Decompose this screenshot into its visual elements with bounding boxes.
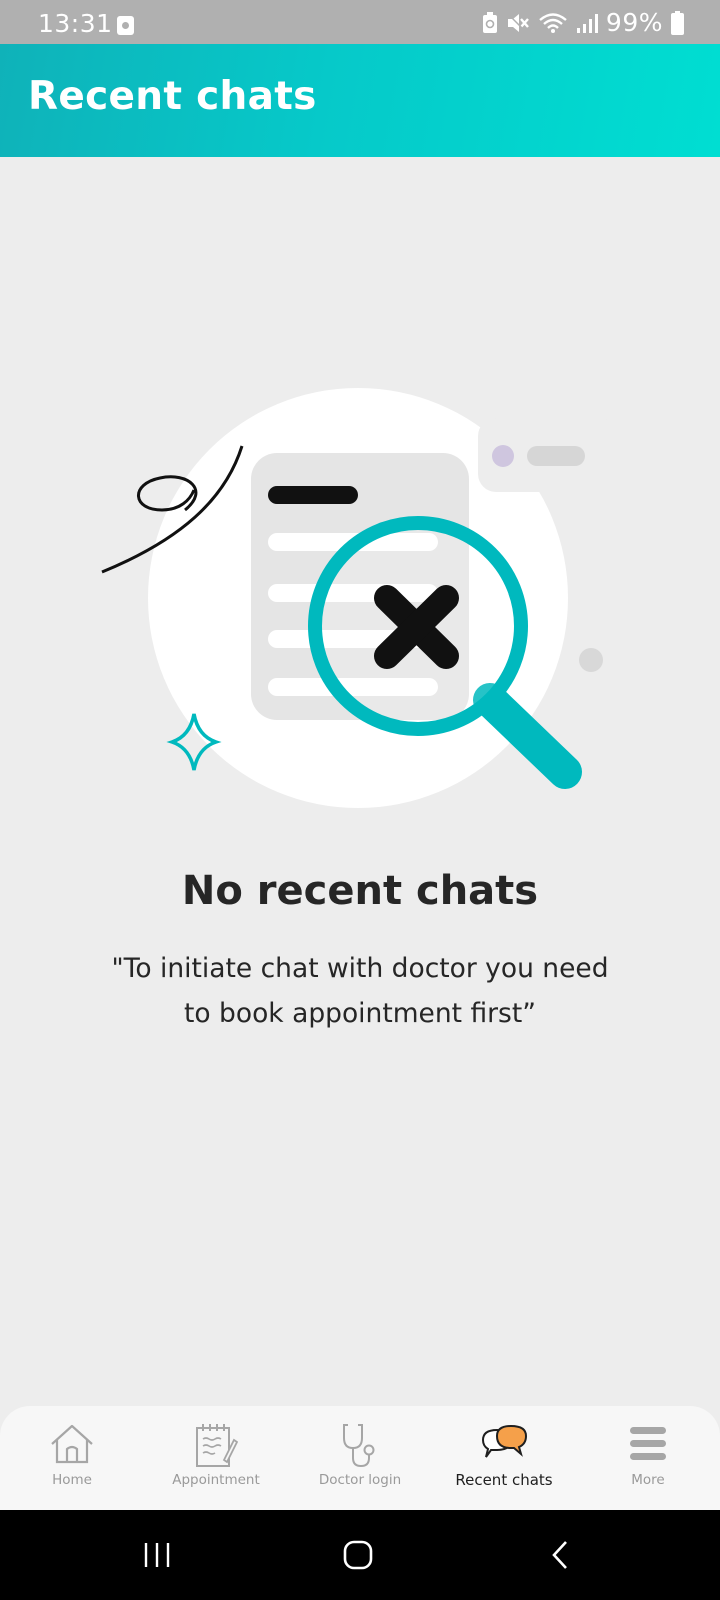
signal-icon <box>576 13 598 33</box>
nav-label-more: More <box>631 1472 665 1488</box>
mute-icon <box>507 12 529 33</box>
battery-icon <box>671 10 684 35</box>
nav-item-appointment[interactable]: Appointment <box>144 1406 288 1510</box>
recent-apps-icon <box>144 1543 170 1567</box>
system-navigation-bar <box>0 1510 720 1600</box>
menu-icon <box>630 1427 666 1460</box>
battery-percentage: 99% <box>605 8 663 37</box>
bottom-navigation: Home Appointment Doctor login Recent cha… <box>0 1406 720 1510</box>
home-button[interactable] <box>298 1510 418 1600</box>
nav-item-doctor-login[interactable]: Doctor login <box>288 1406 432 1510</box>
back-chevron-icon <box>552 1541 567 1569</box>
status-bar: 13:31 99% <box>0 0 720 44</box>
status-time: 13:31 <box>38 9 113 38</box>
status-icons: 99% <box>482 8 684 37</box>
nav-item-recent-chats[interactable]: Recent chats <box>432 1406 576 1510</box>
nav-item-home[interactable]: Home <box>0 1406 144 1510</box>
home-icon <box>51 1424 93 1464</box>
nav-label-appointment: Appointment <box>172 1472 260 1488</box>
wifi-icon <box>539 12 567 33</box>
nav-label-recent-chats: Recent chats <box>455 1471 553 1489</box>
page-title: Recent chats <box>28 74 317 119</box>
back-button[interactable] <box>500 1510 620 1600</box>
chat-bubbles-icon <box>481 1424 528 1458</box>
stethoscope-icon <box>343 1424 375 1468</box>
appointment-icon <box>196 1424 238 1467</box>
battery-saver-icon <box>482 11 497 33</box>
nav-item-more[interactable]: More <box>576 1406 720 1510</box>
empty-state-message: "To initiate chat with doctor you need t… <box>111 953 609 1029</box>
app-header: Recent chats <box>0 44 720 157</box>
no-results-illustration <box>101 388 618 808</box>
empty-state-title: No recent chats <box>181 868 539 914</box>
home-square-icon <box>343 1540 373 1570</box>
nav-label-home: Home <box>52 1472 92 1488</box>
recent-apps-button[interactable] <box>97 1510 217 1600</box>
nav-label-doctor-login: Doctor login <box>318 1472 402 1488</box>
notification-app-icon <box>117 16 134 35</box>
